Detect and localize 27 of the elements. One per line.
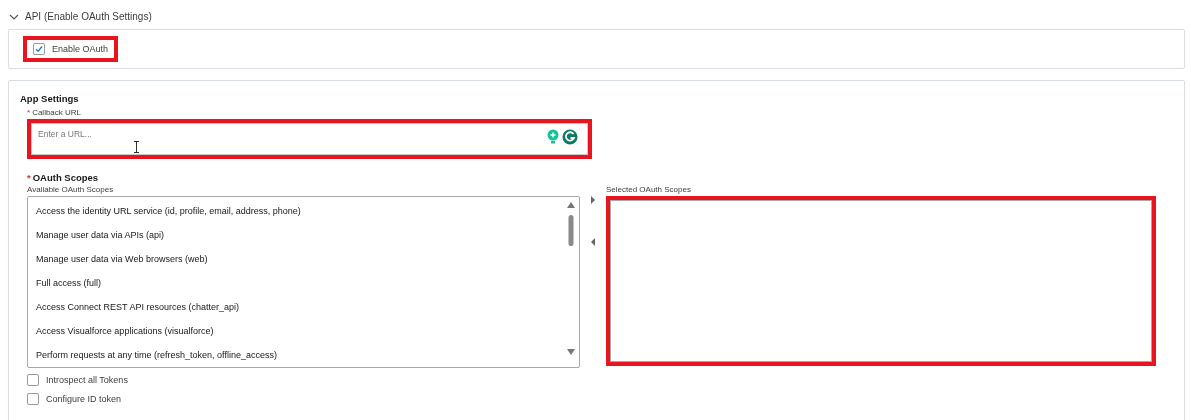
checkbox-label: Introspect all Tokens [46,375,128,385]
list-item[interactable]: Perform requests at any time (refresh_token, offline_access) [28,343,579,367]
required-mark: * [27,108,31,117]
lightbulb-icon[interactable] [546,129,560,145]
grammar-badge-icon[interactable] [562,129,578,145]
text-cursor-icon [133,141,140,153]
list-item[interactable]: Manage user data via APIs (api) [28,223,579,247]
list-item[interactable]: Access Connect REST API resources (chatter_api) [28,295,579,319]
section-header[interactable]: API (Enable OAuth Settings) [9,11,152,22]
section-title: OAuth Scopes [32,172,99,183]
checkbox[interactable] [33,43,45,55]
list-label: Available OAuth Scopes [27,185,115,194]
move-right-button[interactable] [590,195,598,207]
list-item[interactable]: Manage user data via Web browsers (web) [28,247,579,271]
checkbox-label: Configure ID token [46,394,122,404]
checkbox[interactable] [27,393,39,405]
field-label: Callback URL [32,108,82,117]
checkbox[interactable] [27,374,39,386]
required-mark: * [27,172,31,183]
section-title: App Settings [20,93,80,104]
url-field[interactable]: Enter a URL... [31,123,588,155]
list-item[interactable]: Access Visualforce applications (visualforce) [28,319,579,343]
chevron-icon [9,13,19,20]
list-item[interactable]: Full access (full) [28,271,579,295]
list-label: Selected OAuth Scopes [606,185,692,194]
checkbox-label: Enable OAuth [52,44,109,54]
list-item[interactable]: Access the identity URL service (id, profile, email, address, phone) [28,199,579,223]
